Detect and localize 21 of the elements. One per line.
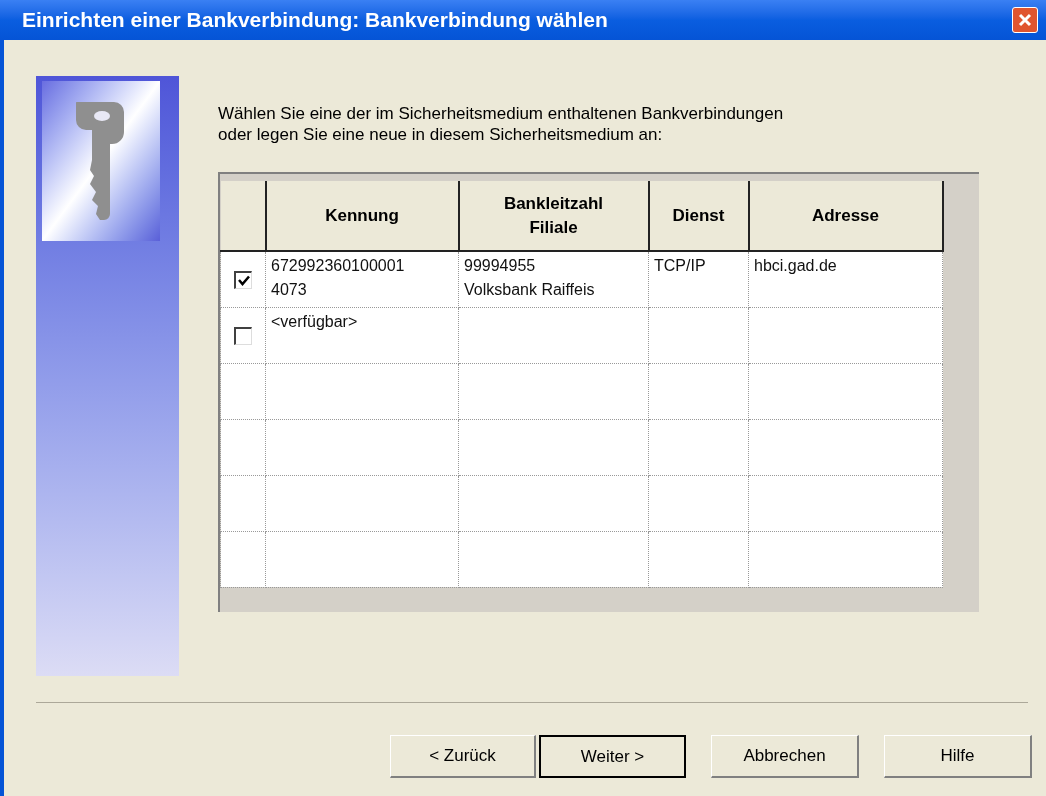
close-icon (1018, 13, 1032, 27)
column-header[interactable]: Dienst (648, 181, 749, 251)
column-header[interactable]: Kennung (265, 181, 459, 251)
window-title: Einrichten einer Bankverbindung: Bankverbindung wählen (22, 7, 608, 34)
wizard-button[interactable]: Hilfe (884, 735, 1032, 778)
table-cell: <verfügbar> (271, 312, 358, 330)
checkbox[interactable] (234, 326, 252, 345)
column-header[interactable]: Adresse (748, 181, 943, 251)
table-cell: 672992360100001 4073 (271, 257, 405, 298)
wizard-button[interactable]: Abbrechen (711, 735, 859, 778)
table-cell: TCP/IP (654, 257, 706, 274)
table-cell: 99994955 Volksbank Raiffeis (464, 257, 595, 298)
checkmark-icon (237, 274, 250, 287)
wizard-button[interactable]: Weiter > (539, 735, 686, 778)
table-cell: hbci.gad.de (754, 257, 837, 274)
checkbox[interactable] (234, 271, 252, 289)
wizard-button[interactable]: < Zurück (390, 735, 536, 778)
key-icon (76, 102, 126, 220)
column-header[interactable]: Bankleitzahl Filiale (458, 181, 649, 251)
close-button[interactable] (1012, 7, 1038, 33)
instruction-text: Wählen Sie eine der im Sicherheitsmedium enthaltenen Bankverbindungen oder legen Sie eine neue in diesem Sicherheitsmedium an: (218, 103, 785, 145)
